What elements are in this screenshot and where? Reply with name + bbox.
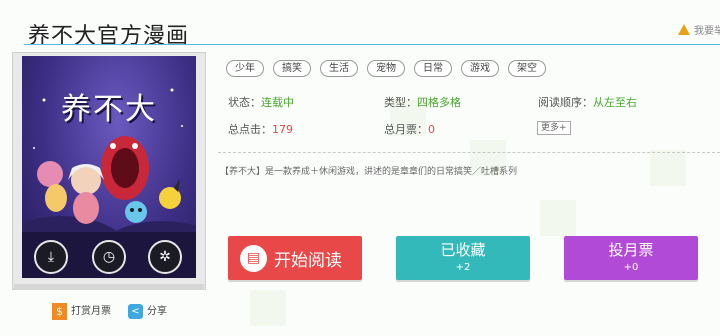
vote-button[interactable]: 投月票 +0 (564, 236, 698, 280)
clicks-info: 总点击：179 (228, 121, 293, 137)
tag[interactable]: 生活 (320, 60, 358, 77)
read-order-label: 阅读顺序： (538, 96, 593, 109)
warning-icon (678, 24, 690, 35)
cover-stand (14, 284, 204, 290)
favorite-count: +2 (455, 262, 471, 273)
timer-icon[interactable]: ◷ (92, 240, 126, 274)
download-icon[interactable]: ⤓ (34, 240, 68, 274)
read-order-value: 从左至右 (593, 96, 637, 109)
page-title: 养不大官方漫画 (28, 24, 190, 49)
description: 【养不大】是一款养成＋休闲游戏，讲述的是章章们的日常搞笑／吐槽系列 (220, 167, 518, 177)
tag[interactable]: 搞笑 (273, 60, 311, 77)
share-label: 分享 (147, 306, 167, 317)
start-reading-button[interactable]: ▤ 开始阅读 (228, 236, 362, 280)
vote-count: +0 (623, 262, 639, 273)
status-label: 状态： (228, 96, 261, 109)
read-order-info: 阅读顺序：从左至右 (538, 94, 637, 110)
tag[interactable]: 日常 (414, 60, 452, 77)
share-icon: < (128, 303, 143, 319)
monthly-value: 0 (428, 123, 435, 136)
divider (218, 152, 720, 153)
clicks-label: 总点击： (228, 123, 272, 136)
monthly-info: 总月票：0 (384, 121, 435, 137)
tag[interactable]: 少年 (226, 60, 264, 77)
web-icon[interactable]: ✲ (148, 240, 182, 274)
status-info: 状态：连载中 (228, 94, 294, 110)
favorite-button[interactable]: 已收藏 +2 (396, 236, 530, 280)
background-tile (540, 200, 576, 236)
tip-monthly-link[interactable]: $ 打赏月票 (52, 302, 111, 320)
clicks-value: 179 (272, 123, 293, 136)
report-link[interactable]: 我要举 (678, 22, 720, 37)
title-underline (24, 44, 720, 45)
tag[interactable]: 游戏 (461, 60, 499, 77)
comic-cover[interactable]: 养不大 ⤓ ◷ ✲ (22, 56, 196, 278)
share-link[interactable]: < 分享 (128, 302, 167, 319)
type-value[interactable]: 四格多格 (417, 96, 461, 109)
type-label: 类型： (384, 96, 417, 109)
cover-logo-text: 养不大 (61, 92, 157, 127)
tag-list: 少年 搞笑 生活 宠物 日常 游戏 架空 (226, 60, 546, 77)
vote-label: 投月票 (608, 241, 654, 259)
start-reading-label: 开始阅读 (274, 251, 342, 271)
monthly-label: 总月票： (384, 123, 428, 136)
book-icon: ▤ (240, 245, 267, 272)
more-button[interactable]: 更多+ (537, 121, 571, 135)
status-value: 连载中 (261, 96, 294, 109)
tip-label: 打赏月票 (71, 306, 111, 317)
dollar-icon: $ (52, 302, 67, 320)
report-label: 我要举 (694, 26, 720, 37)
type-info: 类型：四格多格 (384, 94, 461, 110)
favorite-label: 已收藏 (440, 241, 486, 259)
background-tile (650, 150, 686, 186)
background-tile (250, 290, 286, 326)
tag[interactable]: 宠物 (367, 60, 405, 77)
tag[interactable]: 架空 (508, 60, 546, 77)
